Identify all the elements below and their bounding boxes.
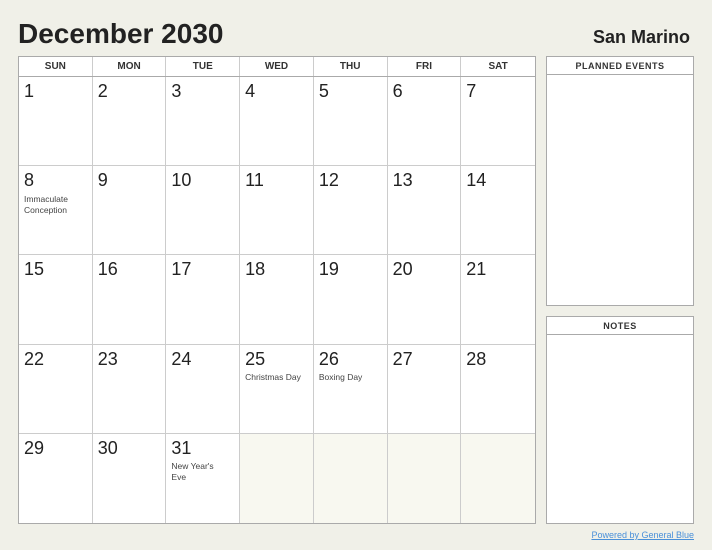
cell-date: 7 [466,81,530,103]
cell-date: 26 [319,349,382,371]
cell-date: 12 [319,170,382,192]
calendar-cell: 21 [461,255,535,344]
cell-date: 29 [24,438,87,460]
cell-event: Christmas Day [245,372,308,383]
calendar-cell: 1 [19,77,93,166]
calendar-cell: 13 [388,166,462,255]
cell-date: 30 [98,438,161,460]
country-name: San Marino [593,27,690,48]
cell-date: 3 [171,81,234,103]
calendar-cell: 2 [93,77,167,166]
cell-date: 31 [171,438,234,460]
calendar-cell: 27 [388,345,462,434]
cell-date: 22 [24,349,87,371]
cell-date: 9 [98,170,161,192]
footer: Powered by General Blue [18,530,694,540]
calendar-cell: 30 [93,434,167,523]
calendar-cell: 31New Year's Eve [166,434,240,523]
powered-by-link[interactable]: Powered by General Blue [591,530,694,540]
cell-date: 1 [24,81,87,103]
calendar-cell [461,434,535,523]
cell-date: 24 [171,349,234,371]
notes-title: NOTES [547,317,693,335]
calendar-cell: 29 [19,434,93,523]
cell-date: 10 [171,170,234,192]
cell-date: 23 [98,349,161,371]
calendar-cell: 8Immaculate Conception [19,166,93,255]
calendar-cell: 10 [166,166,240,255]
calendar-cell [388,434,462,523]
calendar-cell: 9 [93,166,167,255]
cell-date: 4 [245,81,308,103]
day-header-tue: TUE [166,57,240,76]
cell-date: 13 [393,170,456,192]
planned-events-content [547,75,693,305]
month-title: December 2030 [18,18,223,50]
calendar-cell: 12 [314,166,388,255]
day-header-thu: THU [314,57,388,76]
calendar-cell: 11 [240,166,314,255]
cell-date: 20 [393,259,456,281]
cell-date: 28 [466,349,530,371]
calendar-cell: 22 [19,345,93,434]
cell-date: 6 [393,81,456,103]
calendar-cell: 24 [166,345,240,434]
planned-events-box: PLANNED EVENTS [546,56,694,306]
calendar-grid: 12345678Immaculate Conception91011121314… [19,77,535,523]
notes-box: NOTES [546,316,694,524]
calendar-cell [240,434,314,523]
day-header-mon: MON [93,57,167,76]
right-section: PLANNED EVENTS NOTES [546,56,694,524]
calendar-cell: 5 [314,77,388,166]
day-header-wed: WED [240,57,314,76]
cell-date: 15 [24,259,87,281]
cell-date: 21 [466,259,530,281]
cell-date: 19 [319,259,382,281]
calendar-cell: 19 [314,255,388,344]
planned-events-title: PLANNED EVENTS [547,57,693,75]
calendar-cell: 6 [388,77,462,166]
cell-date: 2 [98,81,161,103]
cell-event: Immaculate Conception [24,194,87,216]
main-area: SUN MON TUE WED THU FRI SAT 12345678Imma… [18,56,694,524]
calendar-cell: 28 [461,345,535,434]
calendar-cell: 15 [19,255,93,344]
day-headers: SUN MON TUE WED THU FRI SAT [19,57,535,77]
cell-date: 16 [98,259,161,281]
calendar-page: December 2030 San Marino SUN MON TUE WED… [0,0,712,550]
calendar-cell: 16 [93,255,167,344]
cell-date: 27 [393,349,456,371]
cell-date: 18 [245,259,308,281]
cell-event: Boxing Day [319,372,382,383]
calendar-cell: 18 [240,255,314,344]
calendar-cell: 26Boxing Day [314,345,388,434]
cell-date: 5 [319,81,382,103]
cell-date: 17 [171,259,234,281]
cell-date: 11 [245,170,308,192]
calendar-cell: 20 [388,255,462,344]
day-header-sat: SAT [461,57,535,76]
calendar-cell: 3 [166,77,240,166]
calendar-cell: 4 [240,77,314,166]
cell-event: New Year's Eve [171,461,234,483]
calendar-cell: 17 [166,255,240,344]
calendar-cell: 23 [93,345,167,434]
cell-date: 8 [24,170,87,192]
notes-content [547,335,693,523]
calendar-cell: 14 [461,166,535,255]
calendar-cell: 7 [461,77,535,166]
day-header-fri: FRI [388,57,462,76]
calendar-section: SUN MON TUE WED THU FRI SAT 12345678Imma… [18,56,536,524]
calendar-cell: 25Christmas Day [240,345,314,434]
calendar-cell [314,434,388,523]
day-header-sun: SUN [19,57,93,76]
cell-date: 25 [245,349,308,371]
header: December 2030 San Marino [18,18,694,50]
cell-date: 14 [466,170,530,192]
